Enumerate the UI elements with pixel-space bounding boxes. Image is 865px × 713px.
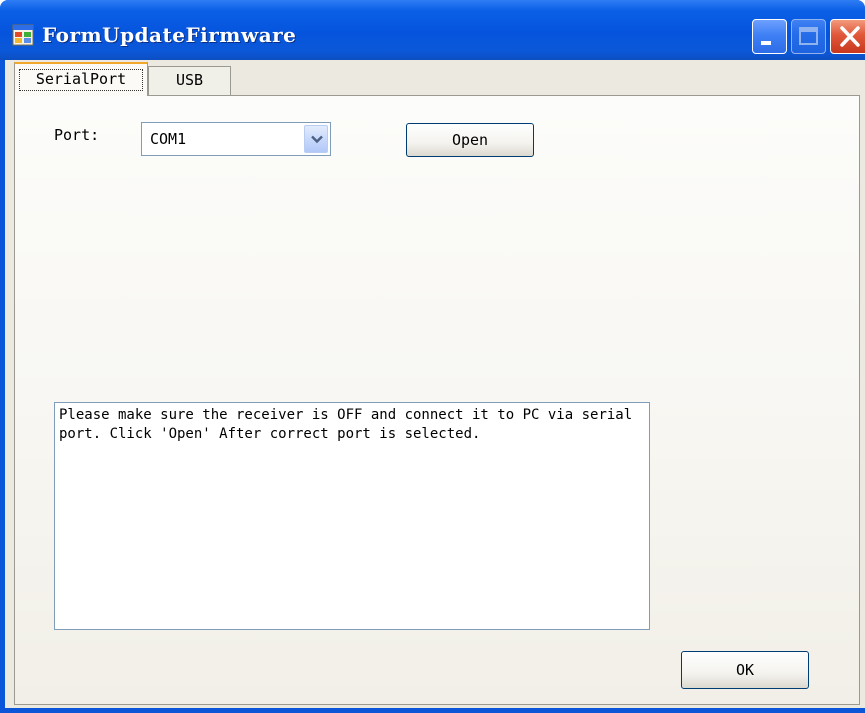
maximize-button[interactable] [791,19,826,54]
ok-button[interactable]: OK [681,651,809,689]
ok-button-label: OK [735,661,755,679]
close-button[interactable] [830,19,865,54]
open-button[interactable]: Open [406,123,534,157]
window-title: FormUpdateFirmware [42,23,297,47]
port-select[interactable]: COM1 [141,122,331,156]
app-window-icon [12,24,34,46]
focus-rectangle [19,69,143,91]
instructions-textbox[interactable]: Please make sure the receiver is OFF and… [54,402,650,630]
tab-usb-label: USB [175,71,204,89]
port-select-value: COM1 [150,130,187,148]
tab-strip: SerialPort USB [5,60,865,96]
title-bar[interactable]: FormUpdateFirmware [0,0,865,60]
window-bottom-border [0,708,865,713]
tab-serialport[interactable]: SerialPort [14,62,148,96]
port-label: Port: [54,126,100,144]
tab-usb[interactable]: USB [148,66,231,96]
dropdown-arrow-button[interactable] [304,125,328,153]
serialport-tab-panel: Port: COM1 Open Please make sure the rec… [14,95,860,705]
client-area: SerialPort USB Port: COM1 Open Please ma… [5,60,865,708]
minimize-button[interactable] [752,19,787,54]
open-button-label: Open [451,131,489,149]
main-window: FormUpdateFirmware SerialPort USB Port: … [0,0,865,713]
